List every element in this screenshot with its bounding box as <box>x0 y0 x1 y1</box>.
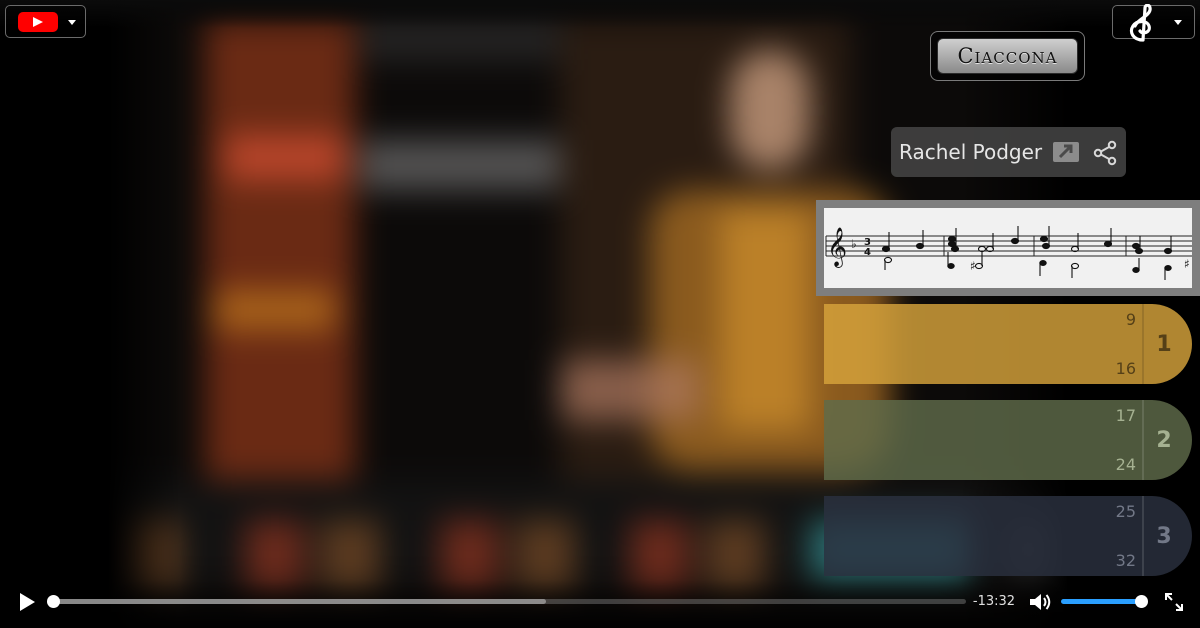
progress-buffered <box>54 599 547 604</box>
section-tab-1[interactable]: 9 16 1 <box>824 304 1192 384</box>
artist-name[interactable]: Rachel Podger <box>899 127 1042 177</box>
clef-menu-button[interactable] <box>1112 4 1195 42</box>
sheet-music-excerpt: 𝄞 ♭ 3 4 ♯ ♯ <box>825 226 1192 280</box>
section-tab-3[interactable]: 25 32 3 <box>824 496 1192 576</box>
left-vignette <box>0 0 180 628</box>
external-link-icon[interactable] <box>1052 141 1080 163</box>
score-paper: 𝄞 ♭ 3 4 ♯ ♯ <box>824 208 1192 288</box>
progress-handle[interactable] <box>47 595 60 608</box>
section-number: 3 <box>1156 523 1172 549</box>
work-title-plate: Ciaccona <box>930 31 1085 81</box>
youtube-logo-icon <box>18 12 58 32</box>
youtube-menu-button[interactable] <box>5 5 86 38</box>
fullscreen-icon[interactable] <box>1163 591 1185 613</box>
section-end-bar: 32 <box>1115 551 1136 570</box>
svg-text:♯: ♯ <box>1184 257 1190 271</box>
work-title: Ciaccona <box>937 38 1078 74</box>
svg-text:4: 4 <box>864 247 871 258</box>
play-icon[interactable] <box>17 592 37 612</box>
section-start-bar: 9 <box>1125 310 1136 329</box>
section-end-bar: 24 <box>1115 455 1136 474</box>
volume-slider[interactable] <box>1061 599 1143 604</box>
section-start-bar: 17 <box>1115 406 1136 425</box>
volume-icon[interactable] <box>1028 591 1052 613</box>
section-number: 1 <box>1156 331 1172 357</box>
svg-text:♯: ♯ <box>970 259 976 273</box>
svg-text:♭: ♭ <box>851 237 857 251</box>
top-gradient <box>0 0 1200 28</box>
time-remaining: -13:32 <box>972 594 1016 609</box>
score-excerpt[interactable]: 𝄞 ♭ 3 4 ♯ ♯ <box>816 200 1200 296</box>
section-start-bar: 25 <box>1115 502 1136 521</box>
progress-track[interactable] <box>54 599 966 604</box>
artist-panel: Rachel Podger <box>891 127 1126 177</box>
share-icon[interactable] <box>1092 140 1118 166</box>
chevron-down-icon <box>68 20 76 25</box>
svg-text:𝄞: 𝄞 <box>827 227 847 268</box>
chevron-down-icon <box>1174 20 1182 25</box>
treble-clef-icon <box>1129 4 1152 42</box>
section-number: 2 <box>1156 427 1172 453</box>
section-end-bar: 16 <box>1115 359 1136 378</box>
section-tab-2[interactable]: 17 24 2 <box>824 400 1192 480</box>
